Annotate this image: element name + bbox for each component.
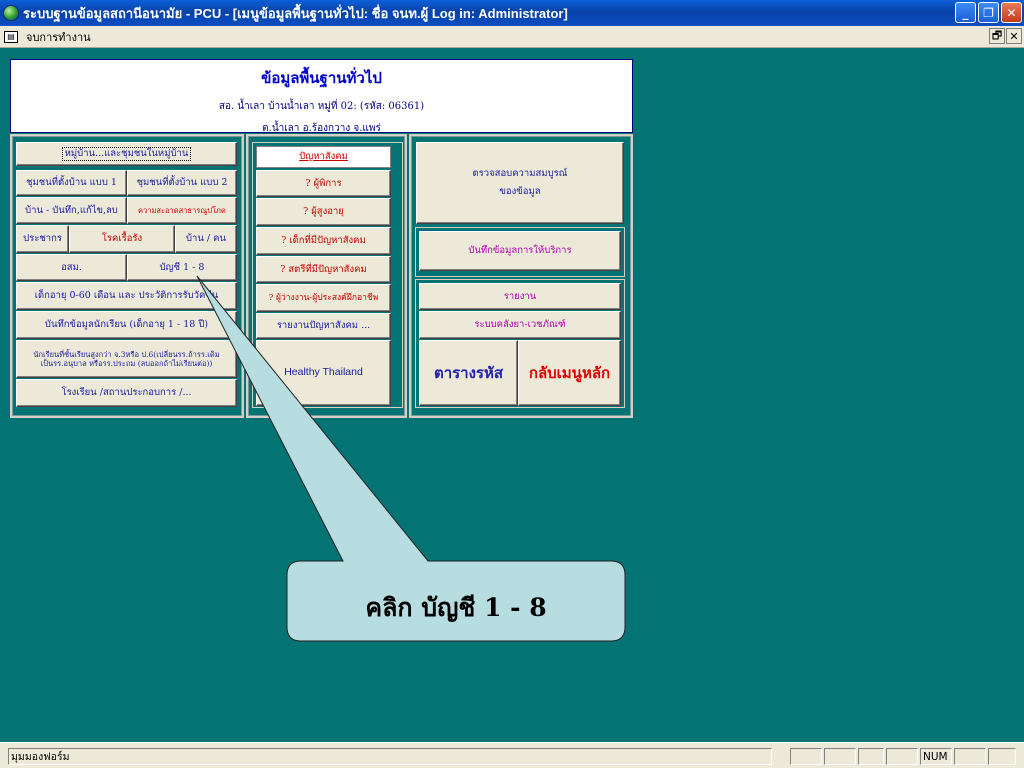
status-text: มุมมองฟอร์ม [8,748,772,765]
title-bar: ระบบฐานข้อมูลสถานีอนามัย - PCU - [เมนูข้… [0,0,1024,26]
form-icon[interactable]: ▤ [4,30,18,43]
status-bar: มุมมองฟอร์ม NUM [0,742,1024,768]
mdi-close-button[interactable]: ✕ [1006,28,1022,44]
num-lock-indicator: NUM [920,748,952,765]
callout-text: คลิก บัญชี 1 - 8 [365,593,547,622]
status-cell-3 [858,748,884,765]
window-title: ระบบฐานข้อมูลสถานีอนามัย - PCU - [เมนูข้… [23,5,568,21]
status-cell-7 [988,748,1016,765]
status-cell-4 [886,748,918,765]
globe-icon [3,5,19,21]
mdi-restore-button[interactable]: 🗗 [989,28,1005,44]
menu-exit[interactable]: จบการทำงาน [22,28,95,46]
menu-bar: ▤ จบการทำงาน 🗗 ✕ [0,26,1024,48]
workspace: ข้อมูลพื้นฐานทั่วไป สอ. น้ำเลา บ้านน้ำเล… [0,48,1024,742]
status-cell-1 [790,748,822,765]
restore-button[interactable]: ❐ [978,2,999,23]
status-cell-2 [824,748,856,765]
close-button[interactable]: ✕ [1001,2,1022,23]
minimize-button[interactable]: _ [955,2,976,23]
status-cell-6 [954,748,986,765]
